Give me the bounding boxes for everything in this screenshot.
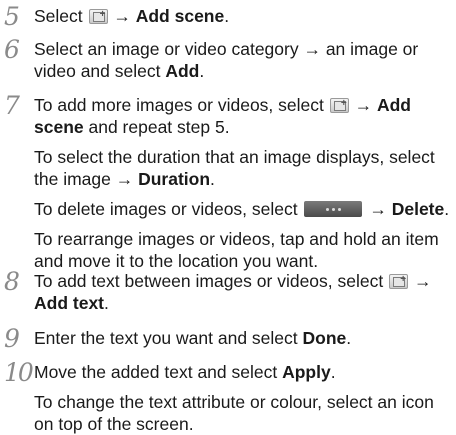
step-paragraph: To add text between images or videos, se… <box>34 269 456 314</box>
step-6: 6 Select an image or video category → an… <box>0 35 456 82</box>
step-9: 9 Enter the text you want and select Don… <box>0 324 456 353</box>
menu-term: Delete <box>391 199 445 219</box>
text-run: → <box>364 199 392 219</box>
text-run: and repeat step 5. <box>83 117 230 137</box>
step-number: 5 <box>4 2 20 31</box>
text-run: → <box>108 6 136 26</box>
text-run: → <box>349 95 377 115</box>
step-paragraph: Select an image or video category → an i… <box>34 38 456 82</box>
text-run: . <box>210 169 215 189</box>
step-paragraph: To add more images or videos, select → A… <box>34 93 456 138</box>
text-run: . <box>224 6 230 26</box>
step-text: Enter the text you want and select Done. <box>34 327 456 349</box>
text-run: . <box>104 293 109 313</box>
text-run: To delete images or videos, select <box>34 199 303 219</box>
text-run: To add more images or videos, select <box>34 95 329 115</box>
step-5: 5 Select → Add scene. <box>0 2 456 31</box>
step-text: Select → Add scene. <box>34 4 456 27</box>
text-run: Select an image or video category → an i… <box>34 39 419 81</box>
step-text: To add more images or videos, select → A… <box>34 93 456 272</box>
step-number: 6 <box>4 35 20 64</box>
step-paragraph: Select → Add scene. <box>34 4 456 27</box>
step-paragraph: To change the text attribute or colour, … <box>34 391 456 435</box>
menu-term: Add <box>165 61 200 81</box>
menu-term: Done <box>302 328 347 348</box>
step-paragraph: To delete images or videos, select → Del… <box>34 198 456 220</box>
text-run: To rearrange images or videos, tap and h… <box>34 229 439 271</box>
step-text: Move the added text and select Apply. To… <box>34 361 456 435</box>
step-paragraph: Enter the text you want and select Done. <box>34 327 456 349</box>
add-media-icon <box>88 4 108 26</box>
text-run: Enter the text you want and select <box>34 328 303 348</box>
text-run: . <box>444 199 450 219</box>
menu-term: Add scene <box>135 6 225 26</box>
text-run: → <box>409 271 432 291</box>
step-8: 8 To add text between images or videos, … <box>0 267 456 314</box>
text-run: . <box>346 328 352 348</box>
add-media-icon <box>329 93 349 115</box>
step-10: 10 Move the added text and select Apply.… <box>0 358 456 435</box>
more-options-icon <box>304 201 363 217</box>
menu-term: Duration <box>138 169 211 189</box>
step-paragraph: To select the duration that an image dis… <box>34 146 456 190</box>
step-text: To add text between images or videos, se… <box>34 269 456 314</box>
menu-term: Add text <box>34 293 104 313</box>
text-run: To select the duration that an image dis… <box>34 147 435 189</box>
step-7: 7 To add more images or videos, select →… <box>0 91 456 272</box>
text-run: To change the text attribute or colour, … <box>34 392 434 434</box>
step-number: 9 <box>4 324 20 353</box>
menu-term: Apply <box>282 362 331 382</box>
step-paragraph: Move the added text and select Apply. <box>34 361 456 383</box>
step-number: 8 <box>4 267 20 296</box>
text-run: To add text between images or videos, se… <box>34 271 389 291</box>
add-media-icon <box>389 269 409 291</box>
step-paragraph: To rearrange images or videos, tap and h… <box>34 228 456 272</box>
text-run: . <box>330 362 336 382</box>
step-number: 7 <box>4 91 20 120</box>
step-number: 10 <box>4 358 34 387</box>
step-text: Select an image or video category → an i… <box>34 38 456 82</box>
text-run: . <box>199 61 205 81</box>
text-run: Move the added text and select <box>34 362 283 382</box>
text-run: Select <box>34 6 88 26</box>
